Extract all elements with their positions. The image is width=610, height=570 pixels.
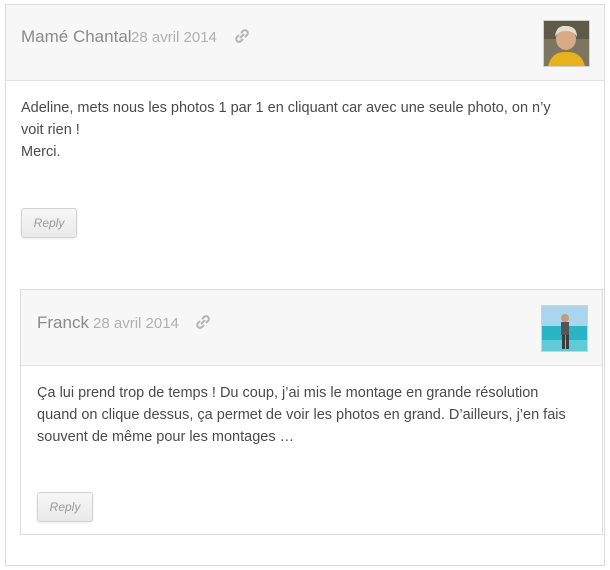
comment-text-line: quand on clique dessus, ça permet de voi… [37,407,566,423]
comment-header: Mamé Chantal 28 avril 2014 [6,5,604,81]
comment-text-line: Adeline, mets nous les photos 1 par 1 en… [21,100,551,116]
comment-text: Adeline, mets nous les photos 1 par 1 en… [21,97,551,163]
comment-author[interactable]: Mamé Chantal [21,27,132,47]
comment-text-line: voit rien ! [21,122,80,138]
reply-button[interactable]: Reply [21,208,77,238]
reply-button[interactable]: Reply [37,492,93,522]
comment-franck: Franck 28 avril 2014 Ça lui prend trop d… [20,289,603,535]
comment-date[interactable]: 28 avril 2014 [93,315,179,332]
comment-text-line: Ça lui prend trop de temps ! Du coup, j’… [37,385,539,401]
comment-text: Ça lui prend trop de temps ! Du coup, j’… [37,382,566,448]
avatar [543,20,590,67]
avatar [541,305,588,352]
link-chain-icon[interactable] [234,28,250,44]
comment-author[interactable]: Franck [37,313,89,333]
comment-text-line: souvent de même pour les montages … [37,429,295,445]
comment-header: Franck 28 avril 2014 [21,290,602,366]
comment-text-line: Merci. [21,144,61,160]
comment-date[interactable]: 28 avril 2014 [131,29,217,46]
link-chain-icon[interactable] [195,314,211,330]
